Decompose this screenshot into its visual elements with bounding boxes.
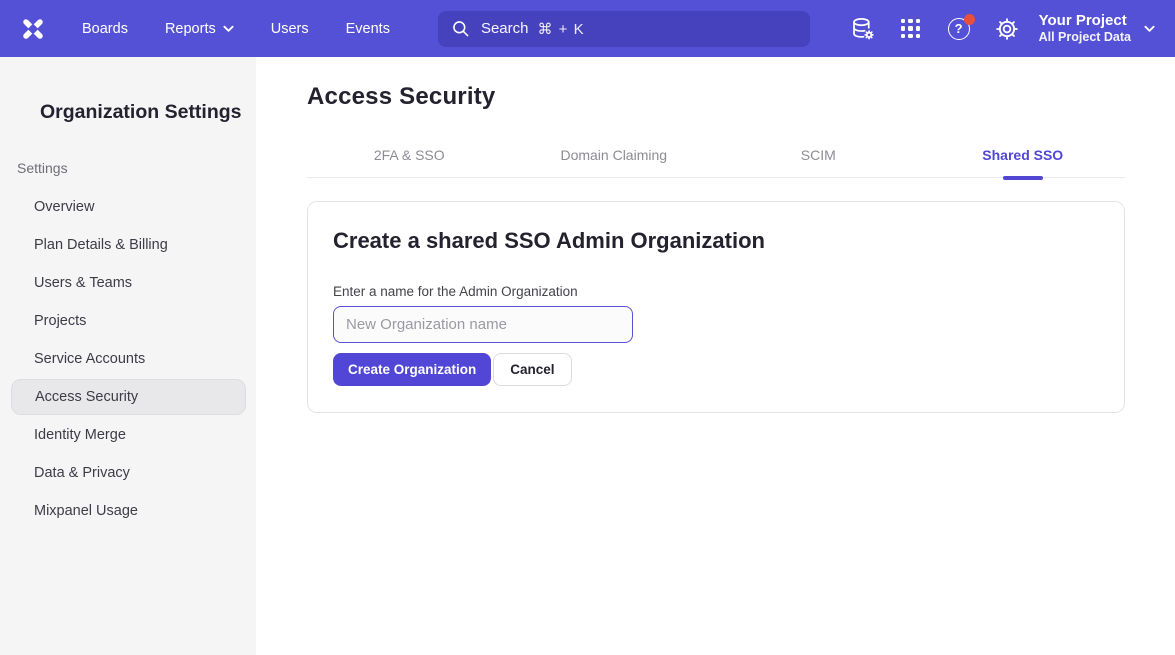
main-content: Access Security 2FA & SSO Domain Claimin… bbox=[256, 57, 1175, 655]
search-input[interactable]: Search ⌘ + K bbox=[438, 11, 810, 47]
sidebar-item-mixpanel-usage[interactable]: Mixpanel Usage bbox=[0, 492, 256, 530]
sidebar-item-access-security[interactable]: Access Security bbox=[11, 379, 246, 415]
search-placeholder: Search bbox=[481, 20, 529, 37]
notification-badge bbox=[964, 14, 975, 25]
project-name: Your Project bbox=[1039, 12, 1131, 30]
top-nav: Boards Reports Users Events Search ⌘ + K bbox=[0, 0, 1175, 57]
nav-item-label: Users bbox=[271, 21, 309, 37]
settings-gear-icon[interactable] bbox=[994, 16, 1020, 42]
data-management-icon[interactable] bbox=[850, 16, 876, 42]
search-icon bbox=[451, 19, 470, 38]
chevron-down-icon bbox=[1144, 25, 1155, 33]
nav-item-label: Reports bbox=[165, 21, 216, 37]
settings-sidebar: Organization Settings Settings Overview … bbox=[0, 57, 256, 655]
apps-grid-icon[interactable] bbox=[898, 16, 924, 42]
sidebar-item-data-privacy[interactable]: Data & Privacy bbox=[0, 454, 256, 492]
sidebar-title: Organization Settings bbox=[40, 101, 256, 124]
project-info: Your Project All Project Data bbox=[1039, 12, 1131, 45]
mixpanel-logo[interactable] bbox=[20, 16, 46, 42]
sidebar-nav: Overview Plan Details & Billing Users & … bbox=[0, 188, 256, 530]
nav-item-users[interactable]: Users bbox=[271, 21, 309, 37]
chevron-down-icon bbox=[223, 25, 234, 33]
page-title: Access Security bbox=[307, 83, 1125, 111]
sidebar-item-service-accounts[interactable]: Service Accounts bbox=[0, 340, 256, 378]
button-row: Create Organization Cancel bbox=[333, 353, 1099, 386]
project-switcher[interactable]: Your Project All Project Data bbox=[1039, 12, 1155, 45]
tab-scim[interactable]: SCIM bbox=[716, 135, 921, 177]
org-name-label: Enter a name for the Admin Organization bbox=[333, 284, 1099, 299]
sidebar-item-plan-details-billing[interactable]: Plan Details & Billing bbox=[0, 226, 256, 264]
tab-2fa-sso[interactable]: 2FA & SSO bbox=[307, 135, 512, 177]
help-icon[interactable]: ? bbox=[946, 16, 972, 42]
nav-item-events[interactable]: Events bbox=[346, 21, 390, 37]
tab-domain-claiming[interactable]: Domain Claiming bbox=[512, 135, 717, 177]
nav-item-boards[interactable]: Boards bbox=[82, 21, 128, 37]
nav-item-reports[interactable]: Reports bbox=[165, 21, 234, 37]
nav-right-cluster: ? Your Project All Project Data bbox=[828, 12, 1155, 45]
search-shortcut: ⌘ + K bbox=[537, 20, 584, 38]
nav-item-label: Boards bbox=[82, 21, 128, 37]
create-organization-button[interactable]: Create Organization bbox=[333, 353, 491, 386]
card-title: Create a shared SSO Admin Organization bbox=[333, 228, 1099, 254]
create-sso-org-card: Create a shared SSO Admin Organization E… bbox=[307, 201, 1125, 413]
cancel-button[interactable]: Cancel bbox=[493, 353, 571, 386]
sidebar-item-overview[interactable]: Overview bbox=[0, 188, 256, 226]
sidebar-item-users-teams[interactable]: Users & Teams bbox=[0, 264, 256, 302]
org-name-input[interactable] bbox=[333, 306, 633, 343]
nav-item-label: Events bbox=[346, 21, 390, 37]
tab-shared-sso[interactable]: Shared SSO bbox=[921, 135, 1126, 177]
project-data-view: All Project Data bbox=[1039, 30, 1131, 45]
sidebar-item-identity-merge[interactable]: Identity Merge bbox=[0, 416, 256, 454]
tab-bar: 2FA & SSO Domain Claiming SCIM Shared SS… bbox=[307, 135, 1125, 178]
sidebar-section-label: Settings bbox=[17, 160, 256, 176]
primary-nav: Boards Reports Users Events bbox=[82, 21, 390, 37]
sidebar-item-projects[interactable]: Projects bbox=[0, 302, 256, 340]
